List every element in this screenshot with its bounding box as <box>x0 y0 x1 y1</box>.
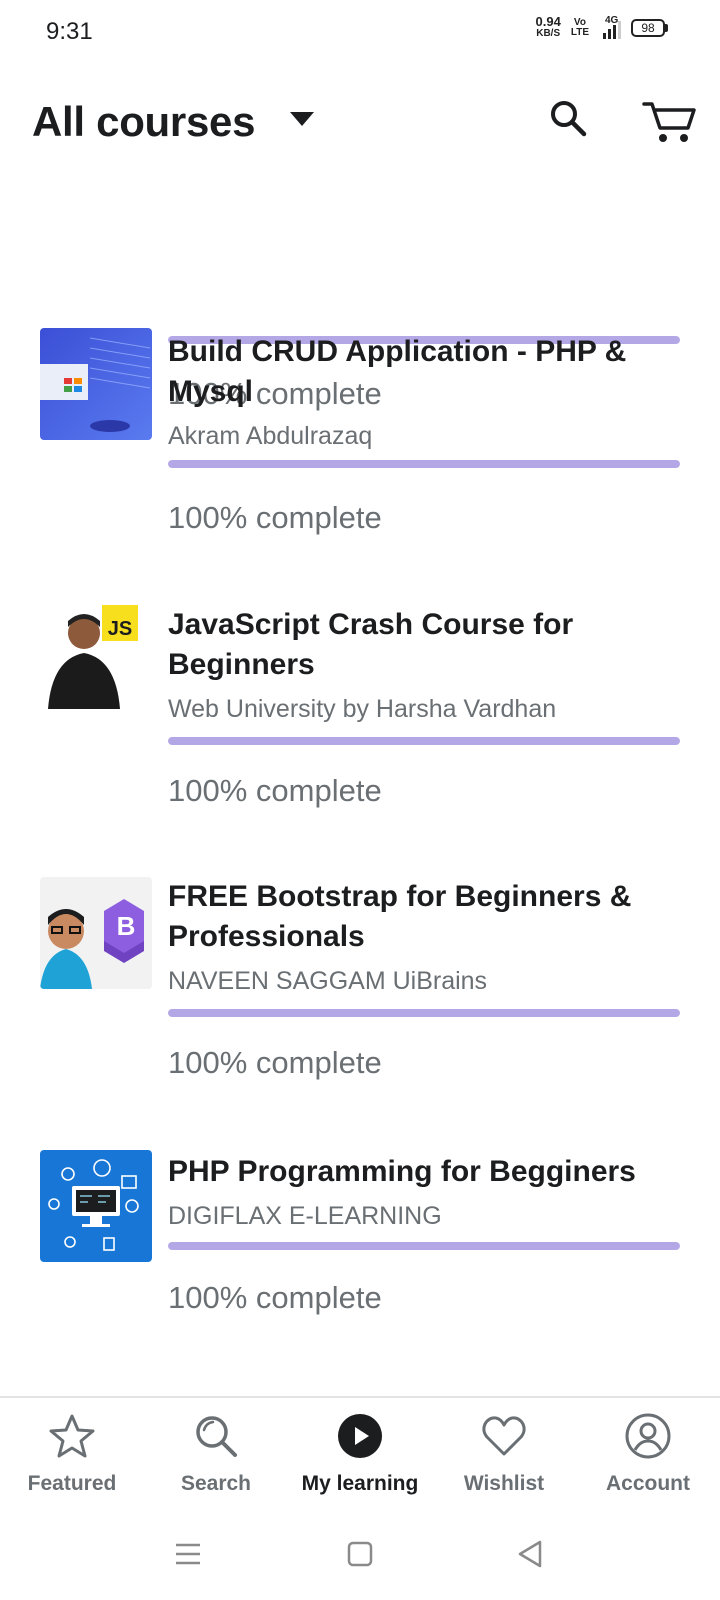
course-list[interactable]: 100% complete Build CRUD Application - P… <box>0 150 720 1396</box>
progress-bar <box>168 1009 680 1017</box>
complete-label: 100% complete <box>168 500 382 535</box>
course-thumbnail <box>40 1150 152 1262</box>
js-badge: JS <box>108 618 132 640</box>
nav-account[interactable]: Account <box>576 1398 720 1516</box>
nav-label: Search <box>180 1472 252 1495</box>
progress-fill <box>168 1242 680 1250</box>
progress-fill <box>168 1009 680 1017</box>
nav-featured[interactable]: Featured <box>0 1398 144 1516</box>
back-icon[interactable] <box>512 1536 548 1572</box>
course-author: NAVEEN SAGGAM UiBrains <box>168 967 488 995</box>
complete-label: 100% complete <box>168 1280 382 1315</box>
course-title[interactable]: JavaScript Crash Course for Beginners <box>168 605 688 685</box>
home-icon[interactable] <box>342 1536 378 1572</box>
progress-bar <box>168 460 680 468</box>
progress-fill <box>168 737 680 745</box>
star-icon <box>49 1414 95 1458</box>
search-icon[interactable] <box>548 98 588 138</box>
system-nav-bar <box>0 1514 720 1600</box>
app-header: All courses <box>0 64 720 174</box>
caret-down-icon[interactable] <box>290 112 314 126</box>
menu-icon[interactable] <box>170 1536 206 1572</box>
nav-label: Featured <box>27 1472 117 1495</box>
page-title[interactable]: All courses <box>32 98 255 146</box>
course-thumbnail: JS <box>40 605 152 717</box>
course-thumbnail: B <box>40 877 152 989</box>
bottom-nav: Featured Search My learning Wishlist Acc… <box>0 1396 720 1514</box>
battery-icon: 98 <box>631 19 668 37</box>
heart-icon <box>482 1416 526 1456</box>
nav-wishlist[interactable]: Wishlist <box>432 1398 576 1516</box>
course-author: Akram Abdulrazaq <box>168 422 373 450</box>
course-thumbnail <box>40 328 152 440</box>
network-speed: 0.94 KB/S <box>535 14 561 39</box>
nav-label: Wishlist <box>463 1472 545 1495</box>
progress-bar <box>168 737 680 745</box>
bootstrap-badge: B <box>117 911 136 941</box>
status-bar: 9:31 0.94 KB/S Vo LTE 4G 98 <box>0 0 720 64</box>
course-title[interactable]: Build CRUD Application - PHP & Mysql <box>168 332 688 412</box>
progress-fill <box>168 460 680 468</box>
complete-label: 100% complete <box>168 773 382 808</box>
nav-label: Account <box>606 1472 690 1495</box>
complete-label: 100% complete <box>168 1045 382 1080</box>
course-title[interactable]: PHP Programming for Begginers <box>168 1152 688 1192</box>
signal-icon: 4G <box>599 15 621 39</box>
status-time: 9:31 <box>46 18 93 45</box>
volte-indicator: Vo LTE <box>570 17 589 38</box>
nav-search[interactable]: Search <box>144 1398 288 1516</box>
cart-icon[interactable] <box>642 98 698 146</box>
status-indicators: 0.94 KB/S Vo LTE 4G 98 <box>535 14 668 40</box>
nav-label: My learning <box>301 1472 419 1495</box>
play-circle-icon <box>338 1414 382 1458</box>
course-title[interactable]: FREE Bootstrap for Beginners & Professio… <box>168 877 688 957</box>
course-author: DIGIFLAX E-LEARNING <box>168 1202 442 1230</box>
search-icon <box>196 1416 237 1457</box>
account-circle-icon <box>625 1413 671 1459</box>
nav-my-learning[interactable]: My learning <box>288 1398 432 1516</box>
course-author: Web University by Harsha Vardhan <box>168 695 557 723</box>
progress-bar <box>168 1242 680 1250</box>
